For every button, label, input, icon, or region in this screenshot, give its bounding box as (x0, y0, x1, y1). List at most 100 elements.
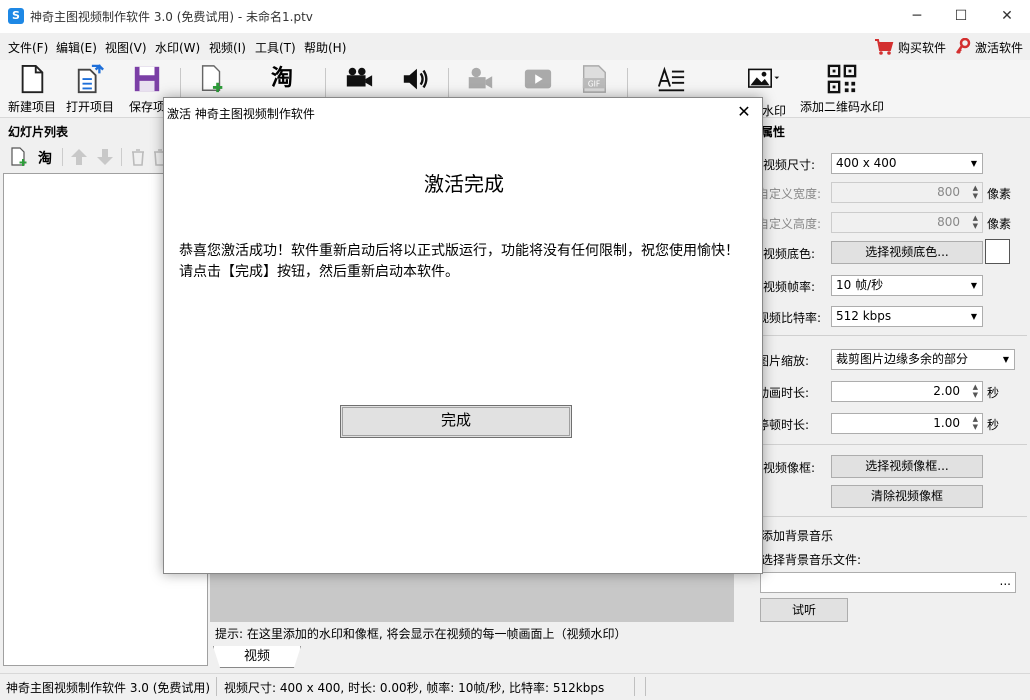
custom-width-input[interactable]: 800 ▲ ▼ (831, 182, 983, 203)
menu-help[interactable]: 帮助(H) (304, 39, 346, 56)
menu-watermark[interactable]: 水印(W) (155, 39, 200, 56)
minimize-button[interactable]: ─ (894, 0, 940, 32)
add-audio-button[interactable] (387, 64, 445, 94)
qr-code-icon (827, 64, 857, 94)
close-window-button[interactable]: ✕ (984, 0, 1030, 32)
add-image-watermark-button[interactable]: 水印 (735, 64, 793, 118)
new-project-label: 新建项目 (7, 100, 56, 114)
bitrate-select[interactable]: 512 kbps ▼ (831, 306, 983, 327)
bg-color-swatch[interactable] (985, 239, 1010, 264)
move-up-icon[interactable] (70, 148, 88, 166)
taobao-icon: 淘 (270, 66, 293, 91)
new-project-button[interactable]: 新建项目 (3, 64, 61, 115)
bitrate-label: 视频比特率: (757, 311, 822, 325)
image-scale-row: 图片缩放: 裁剪图片边缘多余的部分 ▼ (735, 348, 1030, 370)
frame-rate-select[interactable]: 10 帧/秒 ▼ (831, 275, 983, 296)
image-icon (748, 68, 780, 88)
bg-color-row: 视频底色: 选择视频底色... (735, 239, 1030, 264)
menu-view[interactable]: 视图(V) (105, 39, 147, 56)
status-bar: 神奇主图视频制作软件 3.0 (免费试用) 视频尺寸: 400 x 400, 时… (0, 673, 1030, 700)
svg-text:GIF: GIF (588, 80, 600, 89)
dialog-message: 恭喜您激活成功！软件重新启动后将以正式版运行，功能将没有任何限制，祝您使用愉快！… (179, 243, 739, 280)
menu-tools[interactable]: 工具(T) (255, 39, 296, 56)
activate-software-button[interactable]: 激活软件 (955, 38, 1023, 56)
add-video-button[interactable] (330, 64, 388, 94)
speaker-icon (403, 68, 428, 90)
custom-width-unit: 像素 (987, 187, 1012, 201)
video-frame-row: 视频像框: 选择视频像框... (735, 455, 1030, 478)
save-floppy-icon (134, 66, 160, 92)
listen-button[interactable]: 试听 (760, 598, 848, 622)
custom-width-row: 自定义宽度: 800 ▲ ▼ 像素 (735, 181, 1030, 203)
toolbar-separator (448, 68, 449, 100)
spinner-icon[interactable]: ▲ ▼ (973, 415, 978, 431)
anim-duration-row: 动画时长: 2.00 ▲ ▼ 秒 (735, 380, 1030, 402)
open-project-button[interactable]: 打开项目 (61, 64, 119, 115)
tab-video[interactable]: 视频 (213, 646, 301, 668)
image-scale-select[interactable]: 裁剪图片边缘多余的部分 ▼ (831, 349, 1015, 370)
section-divider (761, 444, 1027, 445)
menu-video[interactable]: 视频(I) (209, 39, 246, 56)
custom-height-value: 800 (937, 215, 960, 229)
bg-music-file-label: 选择背景音乐文件: (761, 553, 862, 567)
video-camera-disabled-icon (468, 67, 493, 89)
taobao-import-button[interactable]: 淘 (253, 64, 311, 94)
dialog-heading: 激活完成 (424, 172, 504, 196)
video-size-row: 视频尺寸: 400 x 400 ▼ (735, 152, 1030, 174)
pause-duration-input[interactable]: 1.00 ▲ ▼ (831, 413, 983, 434)
anim-duration-input[interactable]: 2.00 ▲ ▼ (831, 381, 983, 402)
custom-height-unit: 像素 (987, 217, 1012, 231)
anim-duration-value: 2.00 (933, 384, 960, 398)
custom-height-label: 自定义高度: (757, 217, 822, 231)
record-video-button[interactable] (451, 64, 509, 94)
dropdown-arrow-icon: ▼ (1002, 355, 1009, 364)
select-frame-button[interactable]: 选择视频像框... (831, 455, 983, 478)
window-title: 神奇主图视频制作软件 3.0 (免费试用) - 未命名1.ptv (30, 10, 313, 24)
export-gif-button[interactable]: GIF (565, 64, 623, 94)
add-qr-watermark-button[interactable]: 添加二维码水印 (797, 64, 887, 115)
activation-dialog: 激活 神奇主图视频制作软件 ✕ 激活完成 恭喜您激活成功！软件重新启动后将以正式… (163, 97, 763, 574)
title-bar: S 神奇主图视频制作软件 3.0 (免费试用) - 未命名1.ptv ─ ☐ ✕ (0, 0, 1030, 33)
browse-file-icon[interactable]: ... (1000, 574, 1011, 588)
section-divider (761, 335, 1027, 336)
delete-icon[interactable] (129, 148, 147, 166)
watermark-hint: 提示: 在这里添加的水印和像框, 将会显示在视频的每一帧画面上（视频水印） (210, 624, 734, 644)
move-down-icon[interactable] (96, 148, 114, 166)
bg-music-label[interactable]: 添加背景音乐 (761, 527, 833, 544)
menu-edit[interactable]: 编辑(E) (56, 39, 97, 56)
properties-title: 属性 (761, 125, 786, 139)
select-bg-color-button[interactable]: 选择视频底色... (831, 241, 983, 264)
spinner-icon[interactable]: ▲ ▼ (973, 184, 978, 200)
app-logo-icon: S (8, 8, 24, 24)
toolbar-separator (627, 68, 628, 100)
buy-software-label: 购买软件 (898, 40, 947, 55)
custom-height-input[interactable]: 800 ▲ ▼ (831, 212, 983, 233)
clear-frame-button[interactable]: 清除视频像框 (831, 485, 983, 508)
add-slide-button[interactable] (183, 64, 241, 94)
dropdown-arrow-icon: ▼ (970, 312, 977, 321)
image-scale-value: 裁剪图片边缘多余的部分 (836, 352, 969, 366)
new-file-icon (21, 64, 44, 94)
add-text-watermark-button[interactable] (642, 64, 700, 94)
add-slide-icon[interactable] (9, 147, 29, 167)
video-size-label: 视频尺寸: (763, 158, 816, 172)
done-button[interactable]: 完成 (340, 405, 572, 438)
dialog-title: 激活 神奇主图视频制作软件 (167, 107, 315, 121)
menu-file[interactable]: 文件(F) (8, 39, 48, 56)
maximize-button[interactable]: ☐ (938, 0, 984, 32)
taobao-icon[interactable]: 淘 (38, 148, 52, 168)
spinner-icon[interactable]: ▲ ▼ (973, 214, 978, 230)
text-lines-icon (657, 66, 685, 92)
frame-rate-label: 视频帧率: (763, 280, 816, 294)
dialog-close-button[interactable]: ✕ (732, 100, 756, 124)
bitrate-value: 512 kbps (836, 309, 892, 323)
bitrate-row: 视频比特率: 512 kbps ▼ (735, 305, 1030, 327)
buy-software-button[interactable]: 购买软件 (874, 38, 946, 56)
video-size-select[interactable]: 400 x 400 ▼ (831, 153, 983, 174)
spinner-icon[interactable]: ▲ ▼ (973, 383, 978, 399)
bg-music-file-input[interactable]: ... (760, 572, 1016, 593)
custom-height-row: 自定义高度: 800 ▲ ▼ 像素 (735, 211, 1030, 233)
play-video-button[interactable] (509, 64, 567, 94)
custom-width-value: 800 (937, 185, 960, 199)
anim-duration-unit: 秒 (987, 386, 1000, 400)
